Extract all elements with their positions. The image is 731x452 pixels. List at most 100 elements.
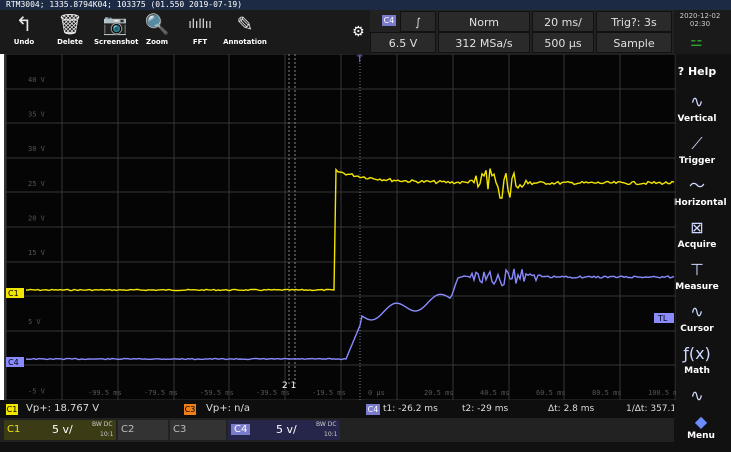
cursor-t2: t2: -29 ms	[462, 404, 509, 414]
horizontal-label: Horizontal	[674, 198, 727, 208]
channel-1-marker-label: C1	[8, 289, 19, 298]
channel-4-box[interactable]: C4 5 v/ BW DC 10:1	[228, 420, 340, 440]
measure-c3-value[interactable]: Vp+: n/a	[206, 400, 250, 418]
horizontal-position[interactable]: 500 µs	[532, 32, 594, 53]
cursor-button[interactable]: ∿ Cursor	[674, 300, 720, 342]
channel-1-trace	[25, 167, 675, 292]
help-label: ? Help	[677, 65, 717, 78]
datetime: 2020-12-02 02:30	[676, 12, 724, 28]
settings-gear-icon[interactable]: ⚙	[352, 24, 368, 40]
vertical-icon: ∿	[690, 92, 704, 111]
trigger-level[interactable]: 6.5 V	[370, 32, 436, 53]
y-tick-label: 35 V	[28, 111, 46, 119]
horizontal-icon: 〜	[688, 176, 705, 195]
trigger-label: Trigger	[678, 156, 716, 166]
zoom-button[interactable]: 🔍 Zoom	[138, 10, 176, 54]
help-button[interactable]: ? Help	[674, 58, 720, 88]
vertical-label: Vertical	[677, 114, 717, 124]
rs-logo-icon: ◆	[694, 412, 708, 431]
measure-c3-tag: C3	[184, 404, 196, 415]
window-title: RTM3004; 1335.8794K04; 103375 (01.550 20…	[0, 0, 731, 10]
x-tick-label: -19.5 ms	[312, 389, 346, 397]
waveform-display[interactable]: 40 V 35 V 30 V 25 V 20 V 15 V 5 V -5 V -99.5 ms…	[4, 53, 682, 401]
x-tick-label: 40.5 ms	[480, 389, 510, 397]
cursor-delta-t: Δt: 2.8 ms	[548, 404, 595, 414]
fft-label: FFT	[192, 38, 208, 46]
measure-label: Measure	[675, 282, 719, 292]
menu-button[interactable]: ◆ Menu	[680, 412, 722, 450]
y-axis-labels: 40 V 35 V 30 V 25 V 20 V 15 V 5 V -5 V	[28, 76, 46, 395]
camera-icon: 📷	[102, 12, 128, 36]
y-tick-label: 20 V	[28, 214, 46, 222]
channel-2-box[interactable]: C2	[118, 420, 168, 440]
delete-button[interactable]: 🗑 Delete	[50, 10, 90, 54]
channel-4-label: C4	[231, 424, 251, 435]
undo-label: Undo	[13, 38, 35, 46]
waveform-svg: 40 V 35 V 30 V 25 V 20 V 15 V 5 V -5 V -99.5 ms…	[5, 53, 682, 401]
x-tick-label: 0 µs	[368, 389, 385, 397]
x-tick-label: -59.5 ms	[200, 389, 234, 397]
channel-1-box[interactable]: C1 5 v/ BW DC 10:1	[4, 420, 116, 440]
channel-2-label: C2	[121, 424, 135, 435]
time-text: 02:30	[689, 20, 711, 28]
measure-c1-value[interactable]: Vp+: 18.767 V	[26, 400, 99, 418]
screenshot-button[interactable]: 📷 Screenshot	[94, 10, 138, 54]
math-label: Math	[684, 366, 710, 376]
y-tick-label: 30 V	[28, 145, 46, 153]
y-tick-label: 5 V	[28, 318, 41, 326]
cursor-markers[interactable]: 2 1	[282, 381, 296, 391]
undo-icon: ↰	[15, 12, 33, 36]
trigger-mode[interactable]: Norm	[438, 11, 530, 32]
trash-icon: 🗑	[57, 12, 83, 36]
fft-button[interactable]: ılıllıı FFT	[180, 10, 220, 54]
vertical-button[interactable]: ∿ Vertical	[674, 90, 720, 132]
side-menu: ? Help ∿ Vertical ⟋ Trigger 〜 Horizontal…	[674, 54, 731, 452]
trigger-slope[interactable]: ∫	[400, 11, 436, 32]
trigger-source-tag[interactable]: C4	[382, 15, 396, 26]
channel-4-trace	[25, 268, 675, 361]
channel-1-label: C1	[7, 424, 21, 435]
y-tick-label: 15 V	[28, 249, 46, 257]
status-area: C1 Vp+: 18.767 V C3 Vp+: n/a C4 t1: -26.…	[0, 400, 674, 452]
delete-label: Delete	[57, 38, 83, 46]
measure-c1-tag: C1	[6, 404, 18, 415]
acquire-icon: ⊠	[690, 218, 704, 237]
date-text: 2020-12-02	[679, 12, 721, 20]
annotation-button[interactable]: ✎ Annotation	[222, 10, 268, 54]
y-tick-label: 25 V	[28, 180, 46, 188]
acquisition-mode[interactable]: Sample	[596, 32, 672, 53]
cursor-label: Cursor	[680, 324, 714, 334]
math-button[interactable]: ƒ(x) Math	[674, 342, 720, 384]
acquisition-panel: ∫ Norm 20 ms/ Trig?: 3s 6.5 V 312 MSa/s …	[370, 10, 674, 54]
x-tick-label: 100.5 ms	[648, 389, 676, 397]
measure-button[interactable]: ⊤ Measure	[674, 258, 720, 300]
cursor-inverse-dt: 1/Δt: 357.1...	[626, 404, 674, 414]
channel-4-scale: 5 v/	[276, 423, 297, 436]
y-tick-label: 40 V	[28, 76, 46, 84]
timebase[interactable]: 20 ms/	[532, 11, 594, 32]
cursor-source-tag: C4	[366, 404, 380, 415]
annotation-label: Annotation	[223, 38, 267, 46]
acquire-button[interactable]: ⊠ Acquire	[674, 216, 720, 258]
cursor-t1: t1: -26.2 ms	[383, 404, 438, 414]
waveform-icon: ∿	[690, 386, 704, 405]
math-icon: ƒ(x)	[683, 344, 711, 363]
extra-button[interactable]: ∿	[674, 384, 720, 408]
trigger-level-label: TL	[657, 314, 668, 323]
channel-4-probe: 10:1	[324, 431, 338, 438]
channel-1-scale: 5 v/	[52, 423, 73, 436]
trigger-marker[interactable]: T	[356, 55, 363, 65]
sample-rate: 312 MSa/s	[438, 32, 530, 53]
x-tick-label: 80.5 ms	[592, 389, 622, 397]
horizontal-button[interactable]: 〜 Horizontal	[674, 174, 727, 216]
channel-bar: C1 5 v/ BW DC 10:1 C2 C3 C4 5 v/ BW DC 1…	[0, 418, 674, 442]
x-tick-label: 60.5 ms	[536, 389, 566, 397]
undo-button[interactable]: ↰ Undo	[4, 10, 44, 54]
measure-icon: ⊤	[690, 260, 704, 279]
network-icon: ⚍	[690, 34, 703, 50]
channel-3-box[interactable]: C3	[170, 420, 226, 440]
spectrum-icon: ılıllıı	[188, 17, 212, 31]
trigger-button[interactable]: ⟋ Trigger	[674, 132, 720, 174]
trigger-status: Trig?: 3s	[596, 11, 672, 32]
channel-4-marker-label: C4	[8, 358, 19, 367]
